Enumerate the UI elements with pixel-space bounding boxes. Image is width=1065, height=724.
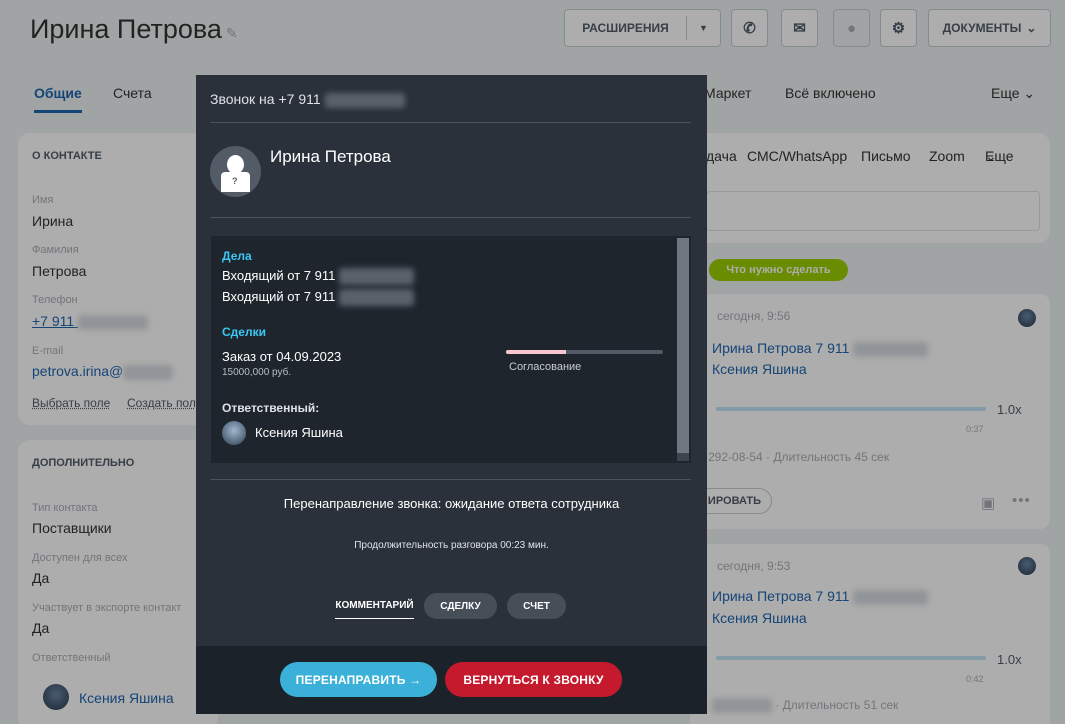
deal-stage-progress	[506, 350, 663, 354]
modal-footer: ПЕРЕНАПРАВИТЬ → ВЕРНУТЬСЯ К ЗВОНКУ	[196, 646, 707, 714]
call-duration: Продолжительность разговора 00:23 мин.	[354, 540, 549, 551]
task-item[interactable]: Входящий от 7 911	[222, 289, 414, 307]
blurred-phone	[324, 92, 405, 108]
tab-deal[interactable]: СДЕЛКУ	[424, 593, 497, 619]
task-text: Входящий от 7 911	[222, 268, 336, 283]
divider	[210, 479, 691, 480]
crm-info-panel: Дела Входящий от 7 911 Входящий от 7 911…	[211, 236, 691, 463]
deal-name[interactable]: Заказ от 04.09.2023	[222, 349, 341, 364]
return-to-call-button[interactable]: ВЕРНУТЬСЯ К ЗВОНКУ	[445, 662, 622, 697]
call-contact-name[interactable]: Ирина Петрова	[270, 147, 391, 167]
call-title: Звонок на +7 911	[210, 91, 405, 108]
contact-avatar-icon: ?	[210, 146, 261, 197]
deals-title: Сделки	[222, 325, 266, 339]
blurred-phone	[338, 289, 414, 307]
responsible-name[interactable]: Ксения Яшина	[255, 425, 343, 440]
responsible-title: Ответственный:	[222, 401, 320, 415]
redirect-button[interactable]: ПЕРЕНАПРАВИТЬ →	[280, 662, 437, 697]
task-item[interactable]: Входящий от 7 911	[222, 268, 414, 286]
call-status: Перенаправление звонка: ожидание ответа …	[283, 496, 620, 511]
call-modal: Звонок на +7 911 ? Ирина Петрова Дела Вх…	[196, 75, 707, 714]
deal-amount: 15000,000 руб.	[222, 367, 292, 378]
divider	[210, 217, 691, 218]
scrollbar[interactable]	[677, 238, 689, 461]
call-title-text: Звонок на +7 911	[210, 91, 321, 107]
tasks-title: Дела	[222, 249, 252, 263]
task-text: Входящий от 7 911	[222, 289, 336, 304]
deal-progress-fill	[506, 350, 566, 354]
blurred-phone	[338, 268, 414, 286]
deal-stage: Согласование	[509, 361, 582, 373]
divider	[210, 122, 691, 123]
avatar	[222, 421, 246, 445]
tab-invoice[interactable]: СЧЕТ	[507, 593, 566, 619]
scrollbar-thumb[interactable]	[677, 238, 689, 453]
tab-comment[interactable]: КОММЕНТАРИЙ	[335, 593, 414, 619]
